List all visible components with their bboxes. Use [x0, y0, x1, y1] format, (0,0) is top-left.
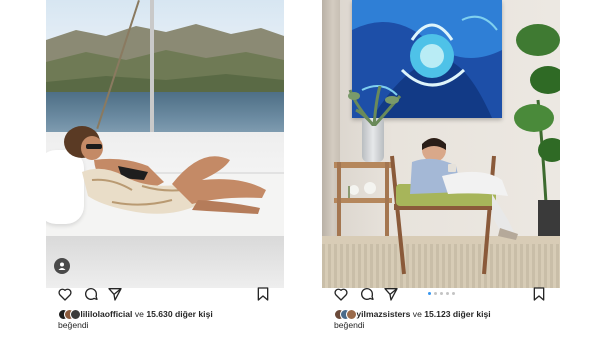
likes-summary: yilmazsisters ve 15.123 diğer kişi beğen… [334, 309, 554, 331]
likes-count[interactable]: 15.630 [146, 309, 172, 319]
bookmark-icon[interactable] [531, 286, 547, 302]
mountain-range [46, 24, 284, 100]
likes-summary: lililolaofficial ve 15.630 diğer kişi be… [58, 309, 278, 331]
likes-connector: ve [412, 309, 422, 319]
likes-suffix[interactable]: diğer kişi [175, 309, 213, 319]
carousel-dot [440, 292, 443, 295]
comment-icon[interactable] [83, 286, 99, 302]
share-icon[interactable] [383, 286, 399, 302]
post-2-action-bar [322, 286, 560, 302]
woman-lounging [64, 126, 266, 214]
mast [150, 0, 154, 138]
liker-avatar [70, 309, 81, 320]
carousel-dot [452, 292, 455, 295]
woman-in-armchair [390, 138, 518, 275]
carousel-dot [434, 292, 437, 295]
liker-username[interactable]: lililolaofficial [80, 309, 132, 319]
post-1-photo[interactable] [46, 0, 284, 288]
carousel-dot [446, 292, 449, 295]
post-2-photo[interactable] [322, 0, 560, 288]
heart-icon[interactable] [57, 286, 73, 302]
comment-icon[interactable] [359, 286, 375, 302]
likes-suffix[interactable]: diğer kişi [453, 309, 491, 319]
bookmark-icon[interactable] [255, 286, 271, 302]
likes-line2: beğendi [58, 320, 89, 330]
heart-icon[interactable] [333, 286, 349, 302]
liker-avatars[interactable] [58, 309, 81, 320]
vase-plant [348, 86, 402, 126]
liker-avatars[interactable] [334, 309, 357, 320]
instagram-post-2: yilmazsisters ve 15.123 diğer kişi beğen… [322, 0, 560, 338]
post-1-action-bar [46, 286, 284, 302]
likes-line2: beğendi [334, 320, 365, 330]
likes-count[interactable]: 15.123 [424, 309, 450, 319]
share-icon[interactable] [107, 286, 123, 302]
liker-username[interactable]: yilmazsisters [356, 309, 410, 319]
instagram-post-1: lililolaofficial ve 15.630 diğer kişi be… [46, 0, 284, 338]
liker-avatar [346, 309, 357, 320]
carousel-dot [428, 292, 431, 295]
likes-connector: ve [134, 309, 144, 319]
deck-floor [46, 236, 284, 288]
tagged-user-icon[interactable] [54, 258, 70, 274]
carousel-indicator[interactable] [428, 292, 458, 296]
